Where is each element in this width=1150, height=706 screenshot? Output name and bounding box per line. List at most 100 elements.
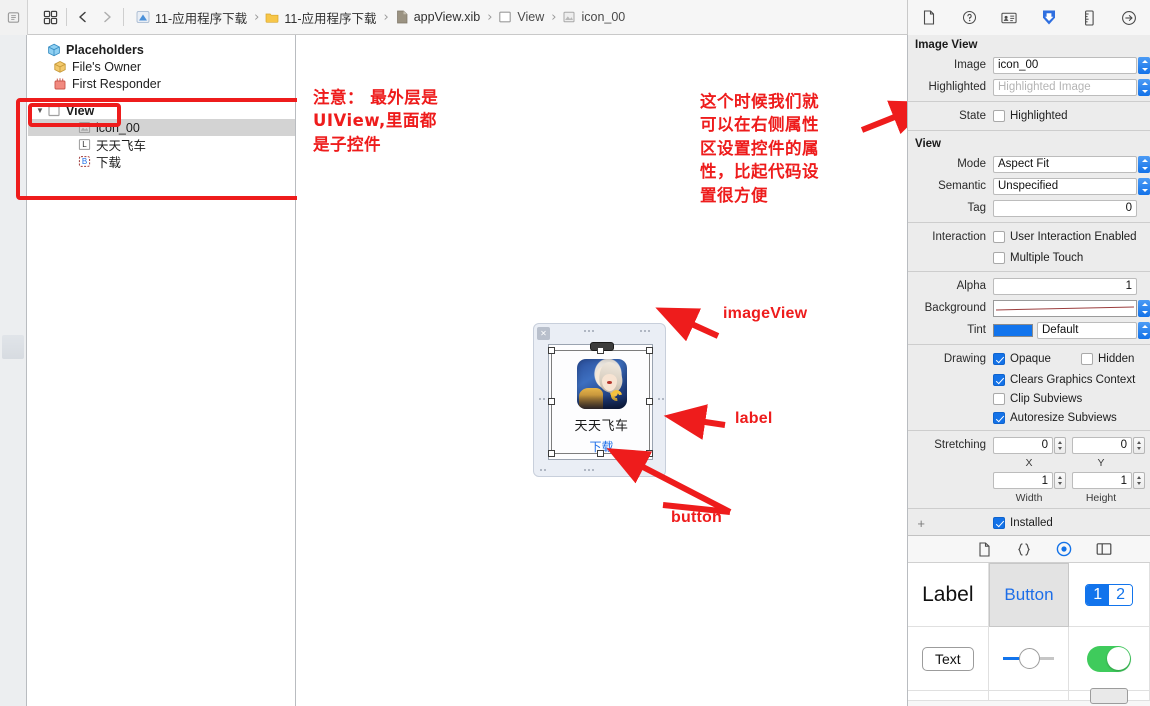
connections-inspector-tab[interactable]	[1117, 6, 1141, 30]
alpha-field[interactable]: 1	[993, 277, 1137, 295]
library-item-partial-2[interactable]	[988, 691, 1070, 701]
view-badge[interactable]: ✕	[537, 327, 550, 340]
outline-row-placeholders[interactable]: Placeholders	[28, 41, 295, 58]
selection-handle-tc[interactable]	[597, 347, 604, 354]
outline-row-button[interactable]: B 下载	[28, 153, 295, 170]
tint-popup-button[interactable]	[1138, 321, 1150, 339]
annotation-imageview-label: imageView	[723, 305, 808, 322]
media-library-tab[interactable]	[1095, 540, 1113, 558]
highlighted-field[interactable]: Highlighted Image	[993, 78, 1137, 96]
user-interaction-checkline[interactable]: User Interaction Enabled	[993, 231, 1137, 243]
library-item-slider[interactable]	[988, 627, 1070, 691]
breadcrumb-separator: ›	[551, 9, 557, 25]
mode-select[interactable]: Aspect Fit	[993, 155, 1137, 173]
clears-graphics-checkline[interactable]: Clears Graphics Context	[993, 373, 1135, 386]
hidden-checkbox[interactable]	[1081, 353, 1093, 365]
semantic-select[interactable]: Unspecified	[993, 177, 1137, 195]
root-uiview[interactable]: ✕ 天天飞车 下载	[533, 323, 666, 477]
background-color-well[interactable]	[993, 299, 1137, 317]
library-item-label[interactable]: Label	[908, 563, 989, 627]
autoresize-checkbox[interactable]	[993, 411, 1005, 424]
user-interaction-checkbox[interactable]	[993, 231, 1005, 243]
library-item-text-field[interactable]: Text	[908, 627, 989, 691]
stretch-x-field[interactable]: 0	[993, 436, 1053, 454]
quick-help-tab[interactable]	[957, 6, 981, 30]
stretch-size-row: 1 1	[908, 470, 1150, 491]
autoresize-checkline[interactable]: Autoresize Subviews	[993, 411, 1117, 424]
tag-field[interactable]: 0	[993, 199, 1137, 217]
selection-handle-bl[interactable]	[548, 450, 555, 457]
view-section-header: View	[915, 137, 941, 150]
nav-back-button[interactable]	[71, 5, 95, 29]
identity-inspector-tab[interactable]	[997, 6, 1021, 30]
add-variation-button[interactable]: +	[908, 516, 932, 531]
selection-handle-ml[interactable]	[548, 398, 555, 405]
background-popup-button[interactable]	[1138, 299, 1150, 317]
object-library-tab[interactable]	[1055, 540, 1073, 558]
clip-subviews-checkbox[interactable]	[993, 392, 1005, 405]
stretch-height-stepper[interactable]	[1133, 472, 1145, 489]
breadcrumb-item-icon00[interactable]: icon_00	[560, 10, 627, 24]
outline-row-files-owner[interactable]: File's Owner	[28, 58, 295, 75]
breadcrumb-item-project[interactable]: 11-应用程序下载	[134, 8, 249, 27]
library-item-partial-3[interactable]	[1069, 687, 1150, 704]
chevron-left-icon	[79, 11, 86, 23]
navigator-toggle-button[interactable]	[0, 0, 28, 35]
stretch-y-stepper[interactable]	[1133, 436, 1145, 454]
code-snippet-library-tab[interactable]	[1015, 540, 1033, 558]
multiple-touch-checkline[interactable]: Multiple Touch	[993, 252, 1083, 264]
state-highlighted-checkbox[interactable]	[993, 110, 1005, 122]
editor-grid-button[interactable]	[38, 5, 62, 29]
installed-checkline[interactable]: Installed	[993, 517, 1053, 529]
stretch-y-field[interactable]: 0	[1072, 436, 1132, 454]
mode-popup-button[interactable]	[1138, 155, 1150, 173]
outline-twisty-view[interactable]: ▼	[34, 106, 46, 115]
breadcrumb-item-xib[interactable]: appView.xib	[393, 10, 483, 24]
breadcrumb-item-folder[interactable]: 11-应用程序下载	[263, 8, 378, 27]
stretch-width-field[interactable]: 1	[993, 472, 1053, 489]
selection-handle-mr[interactable]	[646, 398, 653, 405]
stretch-width-stepper[interactable]	[1054, 472, 1066, 489]
tint-value[interactable]: Default	[1037, 321, 1137, 339]
selection-handle-tl[interactable]	[548, 347, 555, 354]
selection-handle-tr[interactable]	[646, 347, 653, 354]
drawing-row: Drawing Opaque Hidden	[908, 348, 1150, 370]
tint-color-well[interactable]	[993, 323, 1033, 337]
stretch-x-stepper[interactable]	[1054, 436, 1066, 454]
selection-handle-br[interactable]	[646, 450, 653, 457]
opaque-checkbox[interactable]	[993, 353, 1005, 365]
divider	[908, 508, 1150, 509]
semantic-popup-button[interactable]	[1138, 177, 1150, 195]
clip-subviews-checkline[interactable]: Clip Subviews	[993, 392, 1082, 405]
highlighted-combo-button[interactable]	[1138, 78, 1150, 96]
outline-row-icon00[interactable]: icon_00	[28, 119, 295, 136]
clears-graphics-checkbox[interactable]	[993, 373, 1005, 386]
library-item-partial-1[interactable]	[908, 691, 989, 701]
nav-forward-button[interactable]	[95, 5, 119, 29]
stretch-height-field[interactable]: 1	[1072, 472, 1132, 489]
file-template-library-tab[interactable]	[975, 540, 993, 558]
outline-row-first-responder[interactable]: First Responder	[28, 75, 295, 92]
size-inspector-tab[interactable]	[1077, 6, 1101, 30]
multiple-touch-checkbox[interactable]	[993, 252, 1005, 264]
installed-checkbox[interactable]	[993, 517, 1005, 529]
image-combo-button[interactable]	[1138, 56, 1150, 74]
hidden-checkline[interactable]: Hidden	[1081, 353, 1134, 365]
multiple-touch-label: Multiple Touch	[1010, 252, 1084, 264]
outline-row-view[interactable]: ▼ View	[28, 102, 295, 119]
library-item-segmented-control[interactable]: 1 2	[1069, 563, 1150, 627]
opaque-checkline[interactable]: Opaque	[993, 353, 1081, 365]
library-tab-bar	[908, 536, 1150, 563]
selection-handle-bc[interactable]	[597, 450, 604, 457]
library-item-switch[interactable]	[1069, 627, 1150, 691]
navigator-scrollbar[interactable]	[2, 335, 24, 359]
file-inspector-tab[interactable]	[917, 6, 941, 30]
attributes-inspector-tab[interactable]	[1037, 6, 1061, 30]
library-item-button[interactable]: Button	[988, 563, 1070, 627]
state-highlighted-checkline[interactable]: Highlighted	[993, 110, 1068, 122]
outline-row-label[interactable]: L 天天飞车	[28, 136, 295, 153]
image-field[interactable]: icon_00	[993, 56, 1137, 74]
highlighted-row: Highlighted Highlighted Image	[908, 76, 1150, 98]
anchor-dots-bottomright	[644, 469, 650, 471]
breadcrumb-item-view[interactable]: View	[496, 10, 546, 24]
